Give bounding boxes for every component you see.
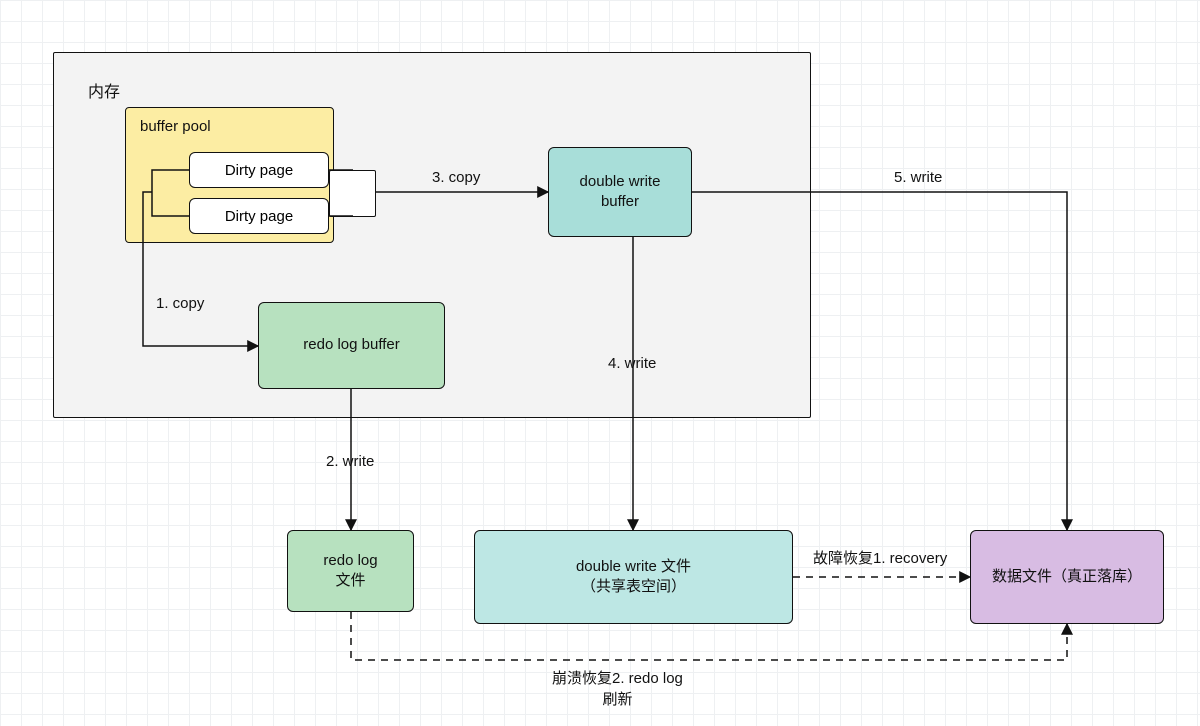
double-write-file-label: double write 文件 （共享表空间）	[576, 557, 691, 598]
buffer-pool-title: buffer pool	[140, 118, 211, 135]
data-file-label: 数据文件（真正落库）	[992, 567, 1142, 587]
dirty-page-1: Dirty page	[189, 152, 329, 188]
edge-label-write4: 4. write	[608, 355, 656, 372]
redo-log-file-label: redo log 文件	[323, 551, 377, 592]
memory-title: 内存	[88, 78, 120, 102]
redo-log-buffer-box: redo log buffer	[258, 302, 445, 389]
double-write-buffer-label: double write buffer	[580, 172, 661, 213]
edge-label-copy1: 1. copy	[156, 295, 204, 312]
edge-label-write2: 2. write	[326, 453, 374, 470]
redo-log-buffer-label: redo log buffer	[303, 335, 399, 355]
data-file-box: 数据文件（真正落库）	[970, 530, 1164, 624]
edge-label-copy3: 3. copy	[432, 169, 480, 186]
dirty-page-1-label: Dirty page	[225, 162, 293, 179]
double-write-file-box: double write 文件 （共享表空间）	[474, 530, 793, 624]
edge-label-recovery1: 故障恢复1. recovery	[813, 547, 947, 568]
double-write-buffer-box: double write buffer	[548, 147, 692, 237]
dirty-page-2: Dirty page	[189, 198, 329, 234]
dirty-page-2-label: Dirty page	[225, 208, 293, 225]
edge-label-recovery2: 崩溃恢复2. redo log 刷新	[552, 667, 683, 709]
redo-log-file-box: redo log 文件	[287, 530, 414, 612]
branch-box	[329, 170, 376, 217]
edge-label-write5: 5. write	[894, 169, 942, 186]
